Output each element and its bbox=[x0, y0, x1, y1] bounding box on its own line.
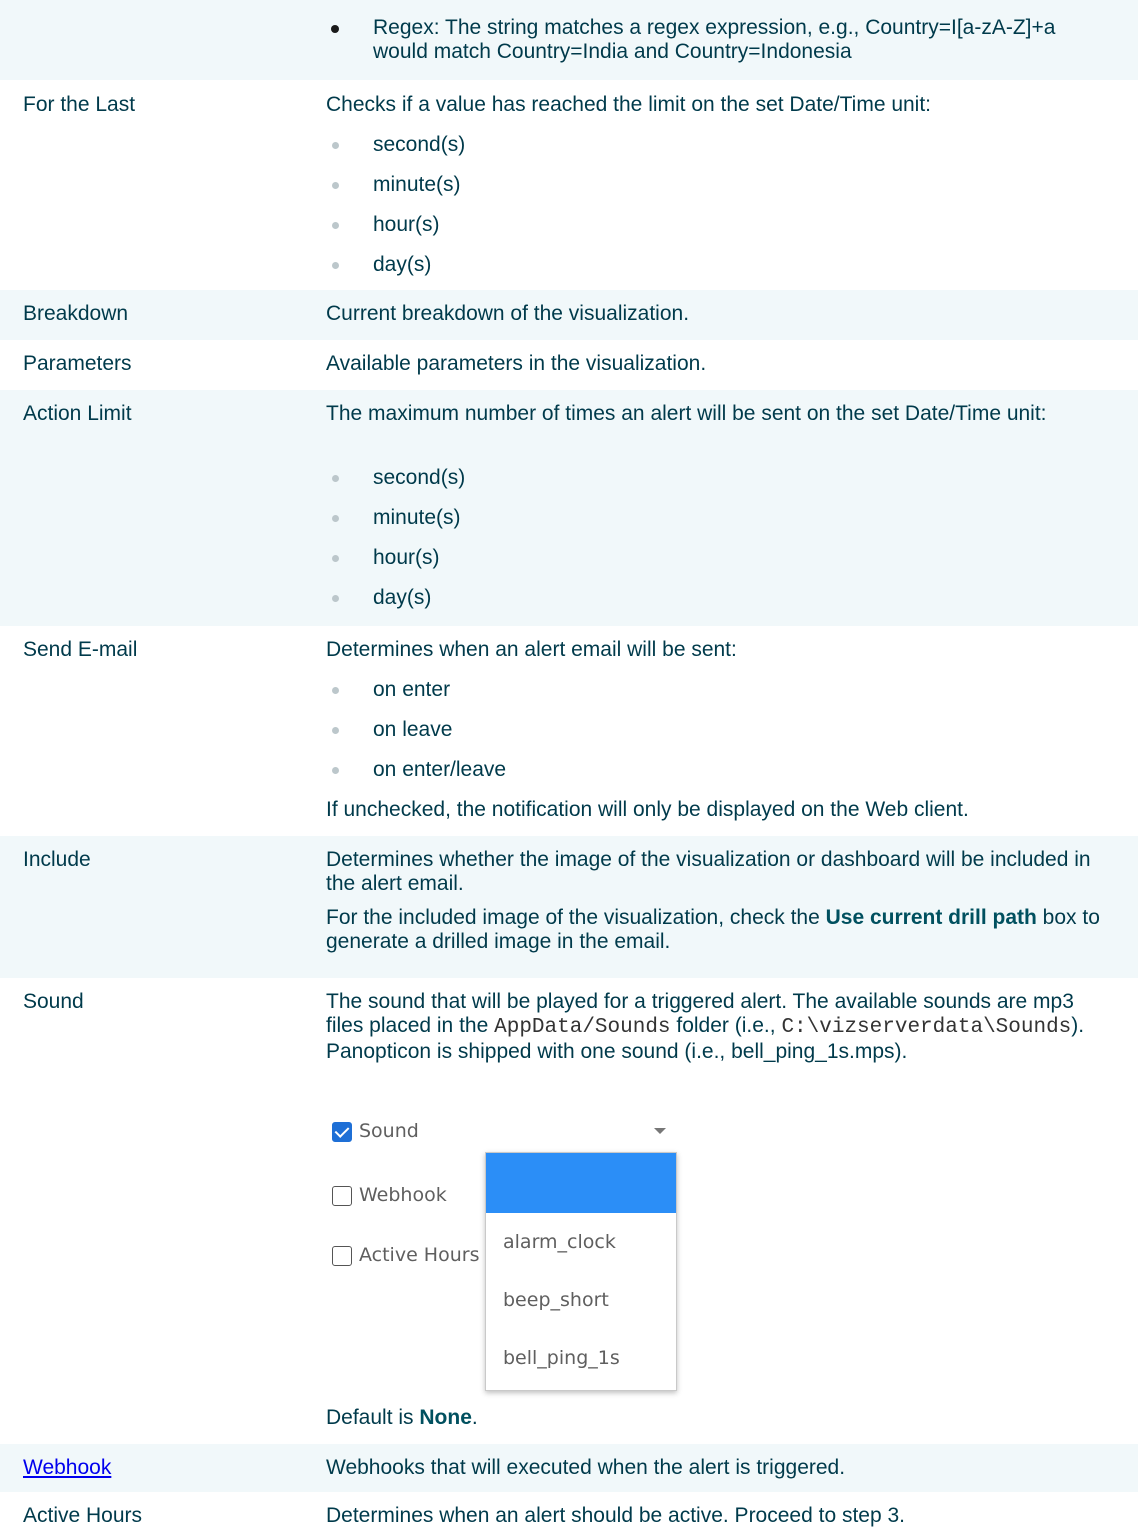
list-item: on enter bbox=[326, 678, 1104, 718]
sound-checkbox-label: Sound bbox=[359, 1120, 419, 1142]
list-item: second(s) bbox=[326, 466, 1104, 506]
list-item: minute(s) bbox=[326, 173, 1104, 213]
row-label: Include bbox=[23, 848, 91, 871]
bullet-icon bbox=[332, 555, 339, 562]
webhook-checkbox[interactable] bbox=[332, 1186, 352, 1206]
row-description: Regex: The string matches a regex expres… bbox=[326, 16, 1104, 64]
list-item: day(s) bbox=[326, 586, 1104, 626]
bullet-icon bbox=[332, 515, 339, 522]
active-hours-checkbox-label: Active Hours bbox=[359, 1244, 480, 1266]
list-item: on enter/leave bbox=[326, 758, 1104, 798]
table-row: For the Last Checks if a value has reach… bbox=[0, 80, 1138, 290]
table-row: Send E-mail Determines when an alert ema… bbox=[0, 626, 1138, 836]
row-description: Checks if a value has reached the limit … bbox=[326, 93, 1104, 293]
bullet-icon bbox=[332, 767, 339, 774]
row-label: Active Hours bbox=[23, 1504, 143, 1527]
list-item: Regex: The string matches a regex expres… bbox=[326, 16, 1104, 64]
list-item: day(s) bbox=[326, 253, 1104, 293]
bullet-icon bbox=[332, 142, 339, 149]
row-label: Send E-mail bbox=[23, 638, 138, 661]
list-item: second(s) bbox=[326, 133, 1104, 173]
sound-checkbox[interactable] bbox=[332, 1122, 352, 1142]
row-label: Parameters bbox=[23, 352, 132, 375]
table-row: Parameters Available parameters in the v… bbox=[0, 340, 1138, 390]
table-row: Action Limit The maximum number of times… bbox=[0, 390, 1138, 626]
active-hours-checkbox[interactable] bbox=[332, 1246, 352, 1266]
webhook-link[interactable]: Webhook bbox=[23, 1456, 111, 1479]
bullet-icon bbox=[332, 182, 339, 189]
dropdown-option[interactable]: alarm_clock bbox=[486, 1213, 676, 1271]
row-description: Current breakdown of the visualization. bbox=[326, 302, 690, 325]
bullet-icon bbox=[332, 687, 339, 694]
list-item: hour(s) bbox=[326, 546, 1104, 586]
sound-dropdown-menu: alarm_clock beep_short bell_ping_1s bbox=[485, 1152, 677, 1391]
sound-dropdown-screenshot: Sound Webhook Active Hours alarm_clock b… bbox=[324, 1112, 678, 1392]
bullet-icon bbox=[332, 262, 339, 269]
webhook-checkbox-label: Webhook bbox=[359, 1184, 447, 1206]
row-description: Determines whether the image of the visu… bbox=[326, 848, 1100, 953]
list-item: on leave bbox=[326, 718, 1104, 758]
row-label: Action Limit bbox=[23, 402, 132, 425]
bullet-icon bbox=[332, 595, 339, 602]
row-description: Webhooks that will executed when the ale… bbox=[326, 1456, 846, 1479]
bullet-icon bbox=[331, 25, 339, 33]
dropdown-option-selected[interactable] bbox=[486, 1153, 676, 1213]
chevron-down-icon[interactable] bbox=[654, 1128, 666, 1134]
table-row: Webhook Webhooks that will executed when… bbox=[0, 1444, 1138, 1492]
dropdown-option[interactable]: beep_short bbox=[486, 1271, 676, 1329]
bullet-icon bbox=[332, 475, 339, 482]
bullet-icon bbox=[332, 727, 339, 734]
row-label: Breakdown bbox=[23, 302, 129, 325]
row-label: Sound bbox=[23, 990, 84, 1013]
list-item: hour(s) bbox=[326, 213, 1104, 253]
row-description: Available parameters in the visualizatio… bbox=[326, 352, 707, 375]
table-row: Active Hours Determines when an alert sh… bbox=[0, 1492, 1138, 1540]
row-description: Determines when an alert should be activ… bbox=[326, 1504, 905, 1527]
bullet-icon bbox=[332, 222, 339, 229]
list-item: minute(s) bbox=[326, 506, 1104, 546]
default-note: Default is None. bbox=[326, 1406, 478, 1429]
row-description: The sound that will be played for a trig… bbox=[326, 990, 1085, 1063]
table-row: Breakdown Current breakdown of the visua… bbox=[0, 290, 1138, 340]
row-description: Determines when an alert email will be s… bbox=[326, 638, 1104, 822]
row-description: The maximum number of times an alert wil… bbox=[326, 402, 1104, 626]
row-label: For the Last bbox=[23, 93, 136, 116]
table-row: Regex: The string matches a regex expres… bbox=[0, 0, 1138, 80]
dropdown-option[interactable]: bell_ping_1s bbox=[486, 1329, 676, 1387]
table-row: Include Determines whether the image of … bbox=[0, 836, 1138, 978]
